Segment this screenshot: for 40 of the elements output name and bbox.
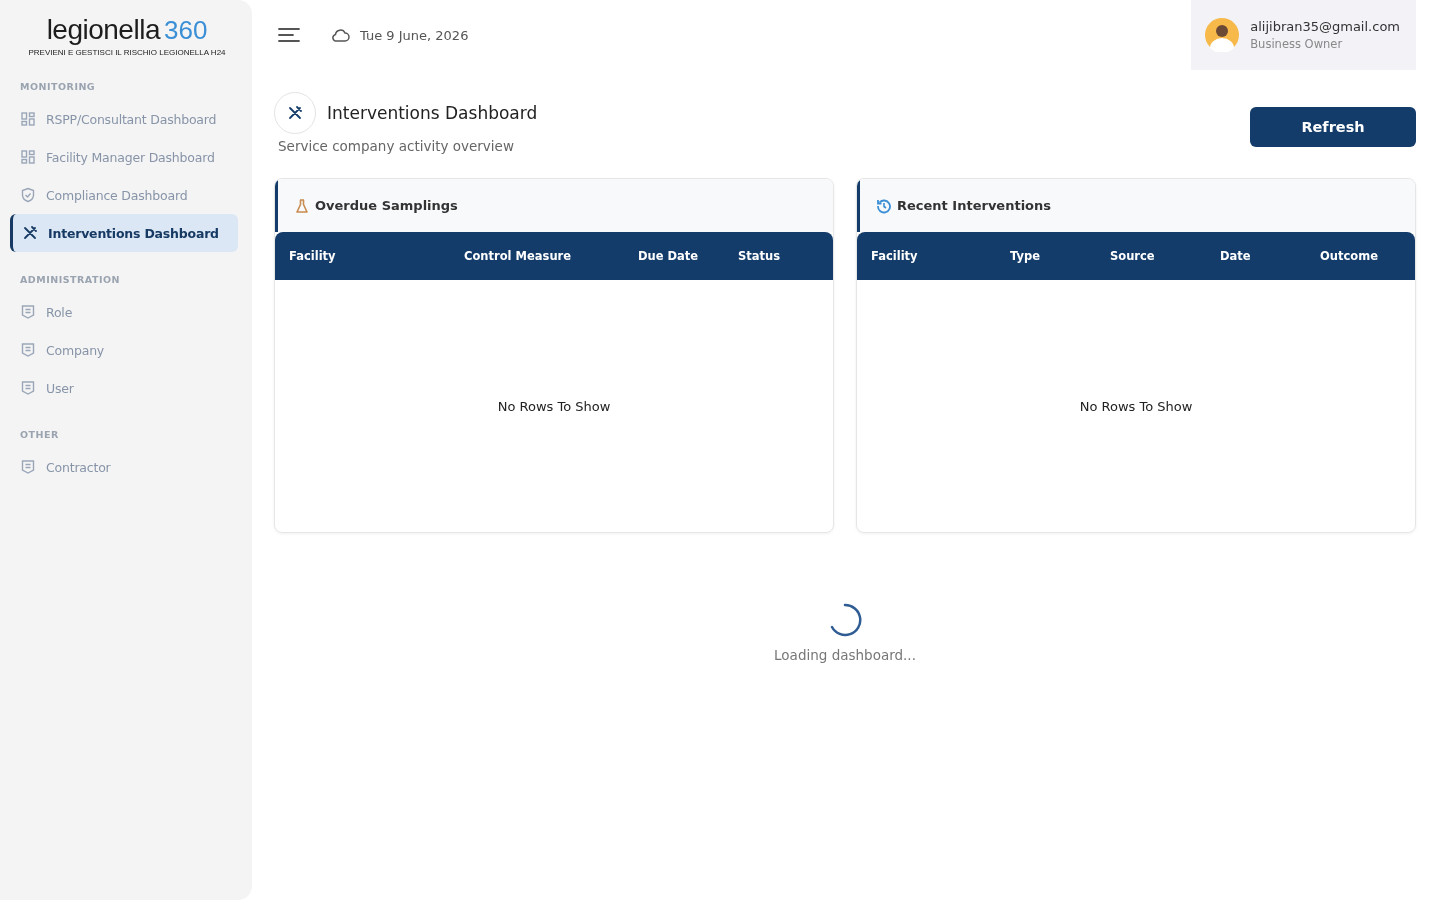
section-heading: ADMINISTRATION <box>19 274 121 285</box>
grid-icon <box>20 149 36 165</box>
column-header[interactable]: Date <box>1220 249 1251 263</box>
column-header[interactable]: Type <box>1010 249 1040 263</box>
document-icon <box>20 380 36 396</box>
card-title: Recent Interventions <box>897 198 1052 213</box>
document-icon <box>20 459 36 475</box>
date-label: Tue 9 June, 2026 <box>360 27 469 43</box>
column-header[interactable]: Control Measure <box>464 249 572 263</box>
section-heading: MONITORING <box>19 81 97 92</box>
column-header[interactable]: Status <box>738 249 781 263</box>
card-title: Overdue Samplings <box>315 198 458 213</box>
spinner-icon <box>828 603 862 637</box>
cloud-icon <box>332 28 350 42</box>
document-icon <box>20 342 36 358</box>
user-card[interactable]: alijibran35@gmail.com Business Owner <box>1191 0 1416 70</box>
grid-icon <box>20 111 36 127</box>
section-heading: OTHER <box>19 429 60 440</box>
menu-icon[interactable] <box>278 27 300 43</box>
loading-text: Loading dashboard... <box>774 647 916 663</box>
shield-icon <box>20 187 36 203</box>
column-header[interactable]: Due Date <box>638 249 699 263</box>
column-header[interactable]: Facility <box>289 249 336 263</box>
refresh-button[interactable]: Refresh <box>1250 107 1416 147</box>
column-header[interactable]: Facility <box>871 249 918 263</box>
avatar-icon <box>1205 18 1240 52</box>
empty-message: No Rows To Show <box>1079 398 1193 414</box>
flask-icon <box>294 197 310 214</box>
tools-icon <box>22 225 38 241</box>
page-subtitle: Service company activity overview <box>278 138 515 154</box>
user-email: alijibran35@gmail.com <box>1250 19 1400 34</box>
history-icon <box>876 197 892 214</box>
logo: legionella360 PREVIENI E GESTISCI IL RISCHIO LEGIONELLA H24 <box>27 14 227 57</box>
column-header[interactable]: Source <box>1110 249 1155 263</box>
page-title: Interventions Dashboard <box>327 103 538 123</box>
column-header[interactable]: Outcome <box>1320 249 1378 263</box>
empty-message: No Rows To Show <box>497 398 611 414</box>
document-icon <box>20 304 36 320</box>
user-role: Business Owner <box>1250 37 1344 51</box>
sidebar-item[interactable]: Interventions Dashboard <box>10 214 238 252</box>
